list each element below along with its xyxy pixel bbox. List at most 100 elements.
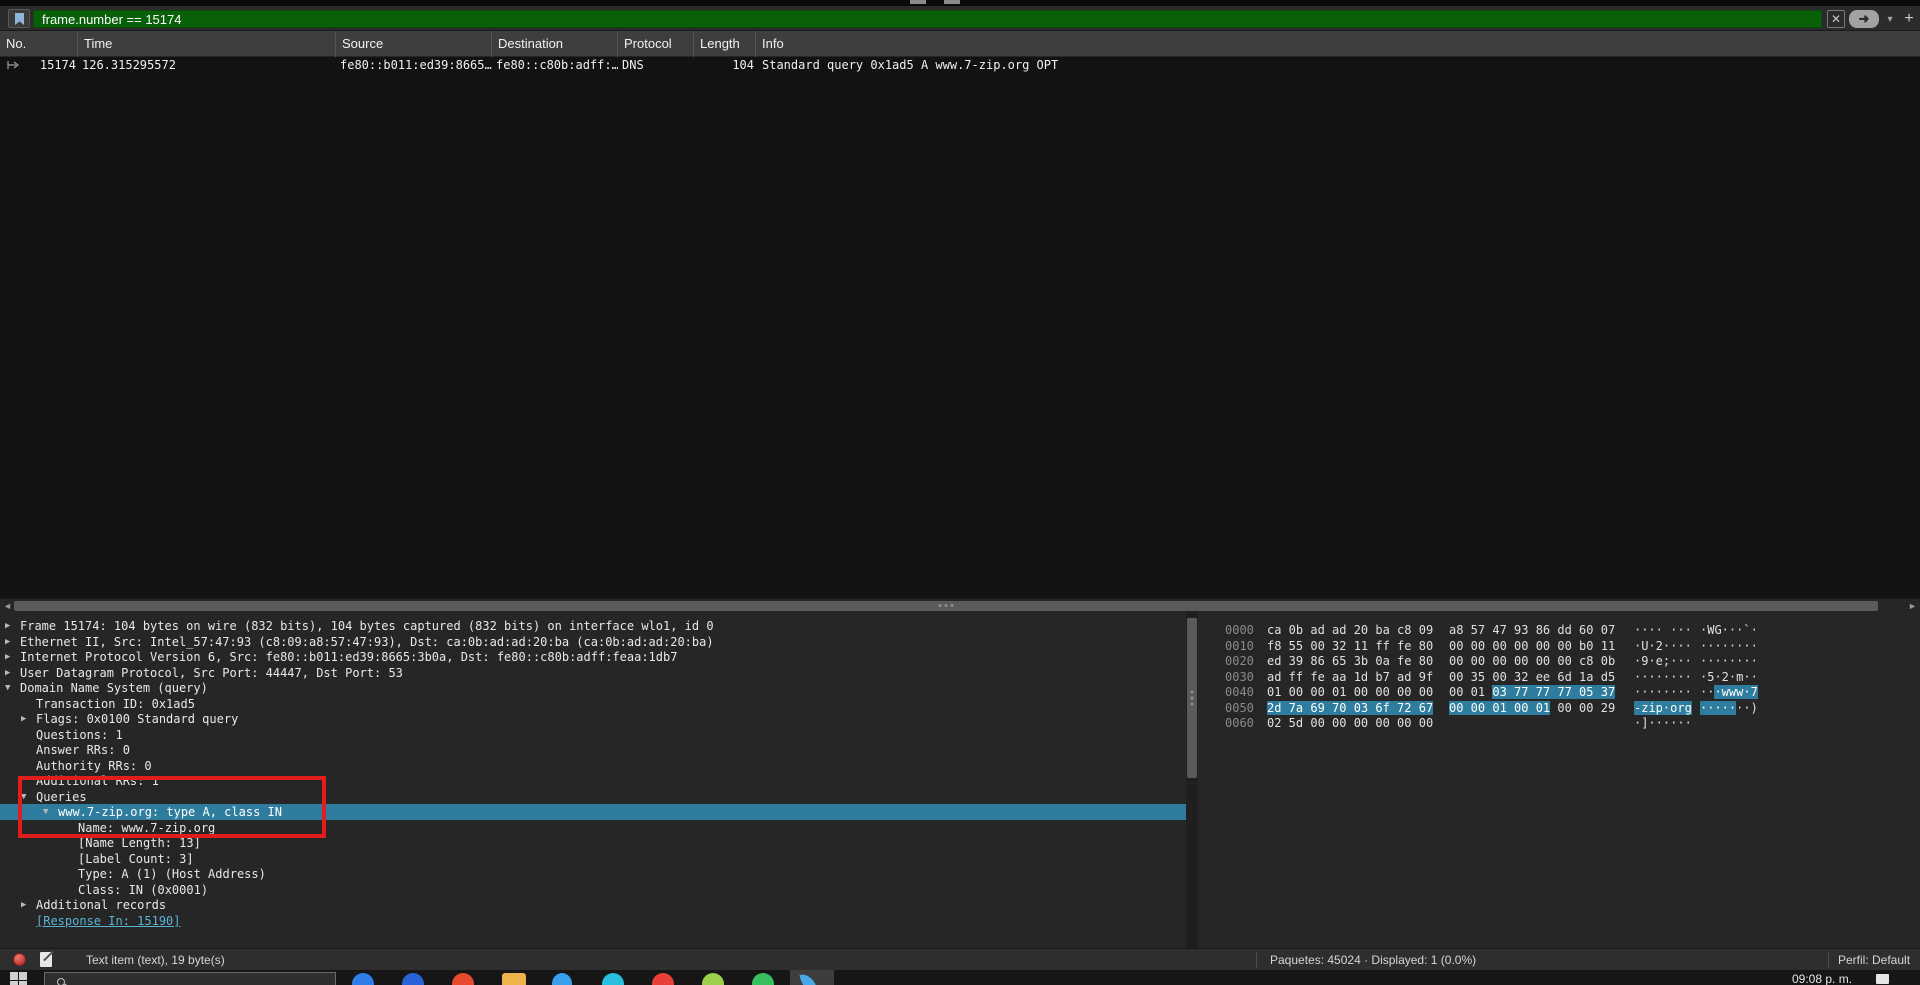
detail-row[interactable]: [Label Count: 3] — [0, 851, 1186, 867]
detail-row[interactable]: Questions: 1 — [0, 727, 1186, 743]
packet-bytes-pane: 0000 ca 0b ad ad 20 ba c8 09 a8 57 47 93 8… — [1198, 612, 1920, 948]
hex-as2[interactable]: ·WG···`· — [1700, 622, 1758, 638]
filter-add-button[interactable]: + — [1900, 10, 1918, 28]
detail-row[interactable]: Authority RRs: 0 — [0, 758, 1186, 774]
edge-icon[interactable] — [352, 973, 374, 985]
vertical-scrollbar-thumb[interactable] — [1187, 618, 1197, 778]
column-header-destination[interactable]: Destination — [492, 31, 618, 57]
expert-info-icon[interactable] — [13, 953, 26, 966]
hex-as2[interactable]: ·······) — [1700, 700, 1758, 716]
detail-row[interactable]: ▶Frame 15174: 104 bytes on wire (832 bit… — [0, 618, 1186, 634]
detail-row[interactable]: ▶Ethernet II, Src: Intel_57:47:93 (c8:09… — [0, 634, 1186, 650]
filter-bookmark-button[interactable] — [8, 9, 30, 28]
horizontal-scrollbar[interactable]: ◄ ► — [0, 598, 1920, 612]
hex-hx2[interactable]: 00 00 00 00 00 00 b0 11 — [1449, 638, 1615, 654]
detail-row[interactable]: ▶Internet Protocol Version 6, Src: fe80:… — [0, 649, 1186, 665]
hex-hx1[interactable]: ad ff fe aa 1d b7 ad 9f — [1267, 669, 1433, 685]
details-vertical-scrollbar[interactable] — [1186, 612, 1198, 948]
green-ball-icon[interactable] — [752, 973, 774, 985]
detail-row[interactable]: ▼Domain Name System (query) — [0, 680, 1186, 696]
detail-row[interactable]: [Response In: 15190] — [0, 913, 1186, 929]
hex-hx1[interactable]: 2d 7a 69 70 03 6f 72 67 — [1267, 700, 1433, 716]
lightgreen-ball-icon[interactable] — [702, 973, 724, 985]
hex-row[interactable]: 00502d 7a 69 70 03 6f 72 6700 00 01 00 0… — [1198, 700, 1920, 716]
hex-hx1[interactable]: ca 0b ad ad 20 ba c8 09 — [1267, 622, 1433, 638]
detail-row[interactable]: [Name Length: 13] — [0, 835, 1186, 851]
capture-comment-icon[interactable] — [40, 952, 52, 967]
column-header-info[interactable]: Info — [756, 31, 1920, 57]
detail-row[interactable]: ▶User Datagram Protocol, Src Port: 44447… — [0, 665, 1186, 681]
column-header-no[interactable]: No. — [0, 31, 78, 57]
tree-expanded-icon[interactable]: ▼ — [21, 789, 35, 805]
column-header-length[interactable]: Length — [694, 31, 756, 57]
tree-expanded-icon[interactable]: ▼ — [43, 804, 57, 820]
hex-as1[interactable]: ········ — [1634, 684, 1692, 700]
tree-collapsed-icon[interactable]: ▶ — [5, 649, 19, 665]
detail-row[interactable]: Additional RRs: 1 — [0, 773, 1186, 789]
scroll-left-icon[interactable]: ◄ — [1, 600, 14, 612]
hex-as2[interactable]: ·5·2·m·· — [1700, 669, 1758, 685]
hex-hx1[interactable]: ed 39 86 65 3b 0a fe 80 — [1267, 653, 1433, 669]
filter-apply-button[interactable]: ➜ — [1849, 10, 1879, 28]
hex-hx2[interactable]: 00 00 01 00 01 00 00 29 — [1449, 700, 1615, 716]
detail-row[interactable]: ▼www.7-zip.org: type A, class IN — [0, 804, 1186, 820]
detail-row[interactable]: ▼Queries — [0, 789, 1186, 805]
hex-as2[interactable]: ········ — [1700, 638, 1758, 654]
tree-collapsed-icon[interactable]: ▶ — [21, 897, 35, 913]
detail-row[interactable]: Type: A (1) (Host Address) — [0, 866, 1186, 882]
tree-collapsed-icon[interactable]: ▶ — [5, 665, 19, 681]
hex-as1[interactable]: ·9·e;··· — [1634, 653, 1692, 669]
mail-app-icon[interactable] — [402, 973, 424, 985]
tree-expanded-icon[interactable]: ▼ — [5, 680, 19, 696]
taskbar-clock[interactable]: 09:08 p. m. — [1792, 972, 1852, 985]
filter-history-dropdown[interactable]: ▾ — [1883, 10, 1897, 28]
hex-as1[interactable]: ·]······ — [1634, 715, 1692, 731]
hex-row[interactable]: 0000 ca 0b ad ad 20 ba c8 09 a8 57 47 93 8… — [1198, 622, 1920, 638]
hex-hx2[interactable]: 00 01 03 77 77 77 05 37 — [1449, 684, 1615, 700]
detail-row[interactable]: Transaction ID: 0x1ad5 — [0, 696, 1186, 712]
hex-hx1[interactable]: f8 55 00 32 11 ff fe 80 — [1267, 638, 1433, 654]
hex-hx1[interactable]: 01 00 00 01 00 00 00 00 — [1267, 684, 1433, 700]
hex-hx1[interactable]: 02 5d 00 00 00 00 00 00 — [1267, 715, 1433, 731]
detail-row[interactable]: Class: IN (0x0001) — [0, 882, 1186, 898]
hex-row[interactable]: 0020ed 39 86 65 3b 0a fe 8000 00 00 00 0… — [1198, 653, 1920, 669]
tree-collapsed-icon[interactable]: ▶ — [5, 634, 19, 650]
detail-row[interactable]: ▶Flags: 0x0100 Standard query — [0, 711, 1186, 727]
hex-hx2[interactable]: 00 35 00 32 ee 6d 1a d5 — [1449, 669, 1615, 685]
hex-row[interactable]: 006002 5d 00 00 00 00 00 00·]······ — [1198, 715, 1920, 731]
blue-app-icon[interactable] — [552, 973, 572, 985]
hex-as1[interactable]: ·U·2···· — [1634, 638, 1692, 654]
hex-as1[interactable]: -zip·org — [1634, 700, 1692, 716]
windows-start-icon[interactable] — [10, 972, 27, 985]
hex-offset: 0000 — [1225, 622, 1254, 638]
hex-as1[interactable]: ···· ··· — [1634, 622, 1692, 638]
file-explorer-icon[interactable] — [502, 973, 526, 985]
detail-row[interactable]: Name: www.7-zip.org — [0, 820, 1186, 836]
tree-collapsed-icon[interactable]: ▶ — [5, 618, 19, 634]
tree-collapsed-icon[interactable]: ▶ — [21, 711, 35, 727]
red-ball-icon[interactable] — [652, 973, 674, 985]
detail-row[interactable]: ▶Additional records — [0, 897, 1186, 913]
scroll-right-icon[interactable]: ► — [1906, 600, 1919, 612]
hex-as2[interactable]: ········ — [1700, 653, 1758, 669]
detail-row[interactable]: Answer RRs: 0 — [0, 742, 1186, 758]
filter-clear-button[interactable]: ✕ — [1827, 10, 1845, 28]
column-header-protocol[interactable]: Protocol — [618, 31, 694, 57]
status-profile[interactable]: Perfil: Default — [1838, 949, 1910, 971]
hex-row[interactable]: 0030ad ff fe aa 1d b7 ad 9f00 35 00 32 e… — [1198, 669, 1920, 685]
display-filter-input[interactable] — [33, 10, 1822, 28]
hex-hx2[interactable]: a8 57 47 93 86 dd 60 07 — [1449, 622, 1615, 638]
tray-app-icon[interactable] — [1876, 974, 1889, 984]
hex-row[interactable]: 004001 00 00 01 00 00 00 0000 01 03 77 7… — [1198, 684, 1920, 700]
column-header-time[interactable]: Time — [78, 31, 336, 57]
horizontal-scrollbar-thumb[interactable] — [14, 601, 1878, 611]
teal-ball-icon[interactable] — [602, 973, 624, 985]
taskbar-search-input[interactable] — [44, 972, 336, 985]
hex-as2[interactable]: ···www·7 — [1700, 684, 1758, 700]
browser-app-icon[interactable] — [452, 973, 474, 985]
column-header-source[interactable]: Source — [336, 31, 492, 57]
hex-row[interactable]: 0010f8 55 00 32 11 ff fe 8000 00 00 00 0… — [1198, 638, 1920, 654]
hex-as1[interactable]: ········ — [1634, 669, 1692, 685]
hex-hx2[interactable]: 00 00 00 00 00 00 c8 0b — [1449, 653, 1615, 669]
packet-row[interactable]: 15174 126.315295572 fe80::b011:ed39:8665… — [0, 57, 1920, 73]
